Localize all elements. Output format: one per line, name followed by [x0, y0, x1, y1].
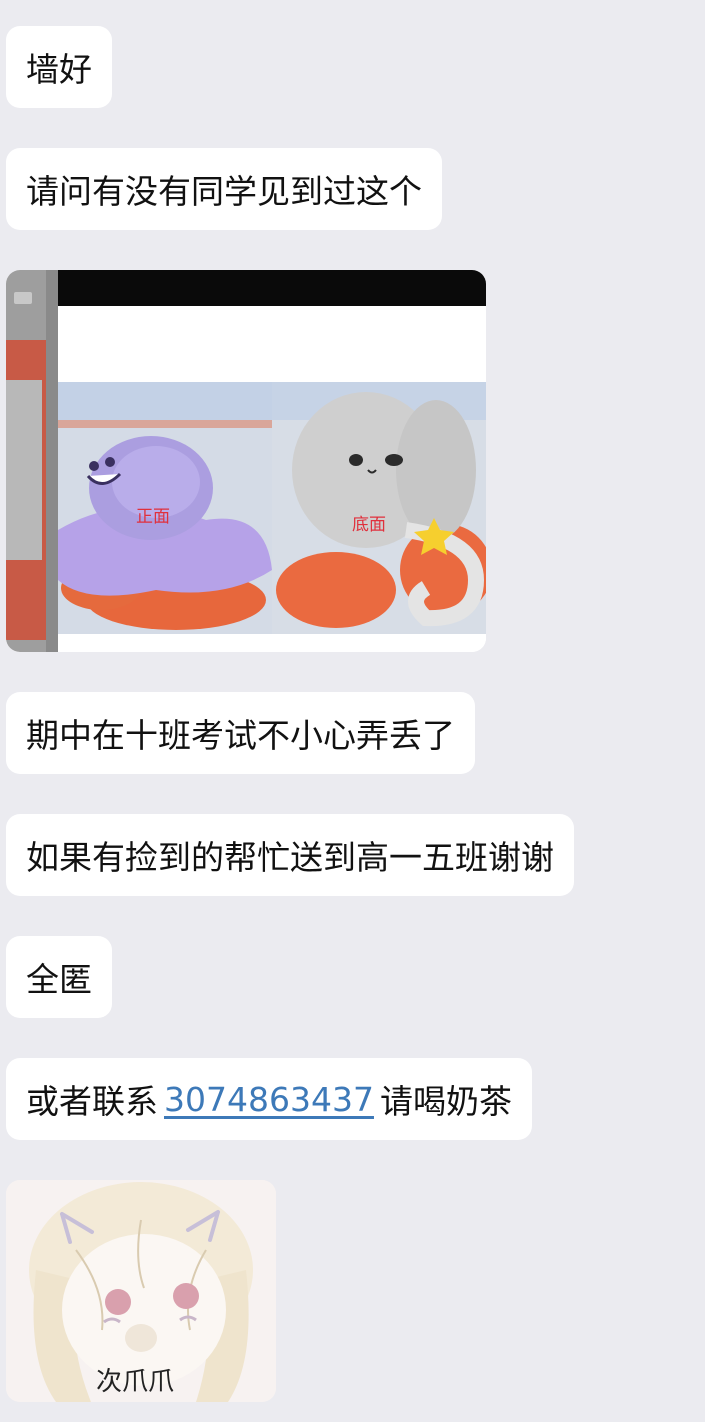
anime-sticker: 次爪爪 — [6, 1180, 276, 1402]
message-text: 请问有没有同学见到过这个 — [26, 172, 422, 211]
message-bubble[interactable]: 请问有没有同学见到过这个 — [6, 148, 442, 230]
chat-thread: 墙好 请问有没有同学见到过这个 正面 底面 期中在十班考试不小心弄丢了 如果有捡… — [0, 0, 705, 1422]
front-label: 正面 — [136, 507, 170, 527]
message-text-suffix: 请喝奶茶 — [379, 1082, 512, 1121]
message-bubble[interactable]: 如果有捡到的帮忙送到高一五班谢谢 — [6, 814, 574, 896]
message-text: 如果有捡到的帮忙送到高一五班谢谢 — [26, 838, 554, 877]
message-bubble[interactable]: 墙好 — [6, 26, 112, 108]
sticker-message[interactable]: 次爪爪 — [6, 1180, 276, 1402]
image-message[interactable]: 正面 底面 — [6, 270, 486, 652]
message-text: 全匿 — [26, 960, 92, 999]
message-bubble[interactable]: 期中在十班考试不小心弄丢了 — [6, 692, 475, 774]
plush-photo: 正面 底面 — [6, 270, 486, 652]
message-text-prefix: 或者联系 — [26, 1082, 158, 1121]
message-text: 期中在十班考试不小心弄丢了 — [26, 716, 455, 755]
bottom-label: 底面 — [352, 515, 386, 535]
sticker-caption: 次爪爪 — [96, 1367, 174, 1397]
contact-number-link[interactable]: 3074863437 — [164, 1080, 374, 1119]
message-bubble[interactable]: 或者联系 3074863437 请喝奶茶 — [6, 1058, 532, 1140]
message-bubble[interactable]: 全匿 — [6, 936, 112, 1018]
message-text: 墙好 — [26, 50, 92, 89]
